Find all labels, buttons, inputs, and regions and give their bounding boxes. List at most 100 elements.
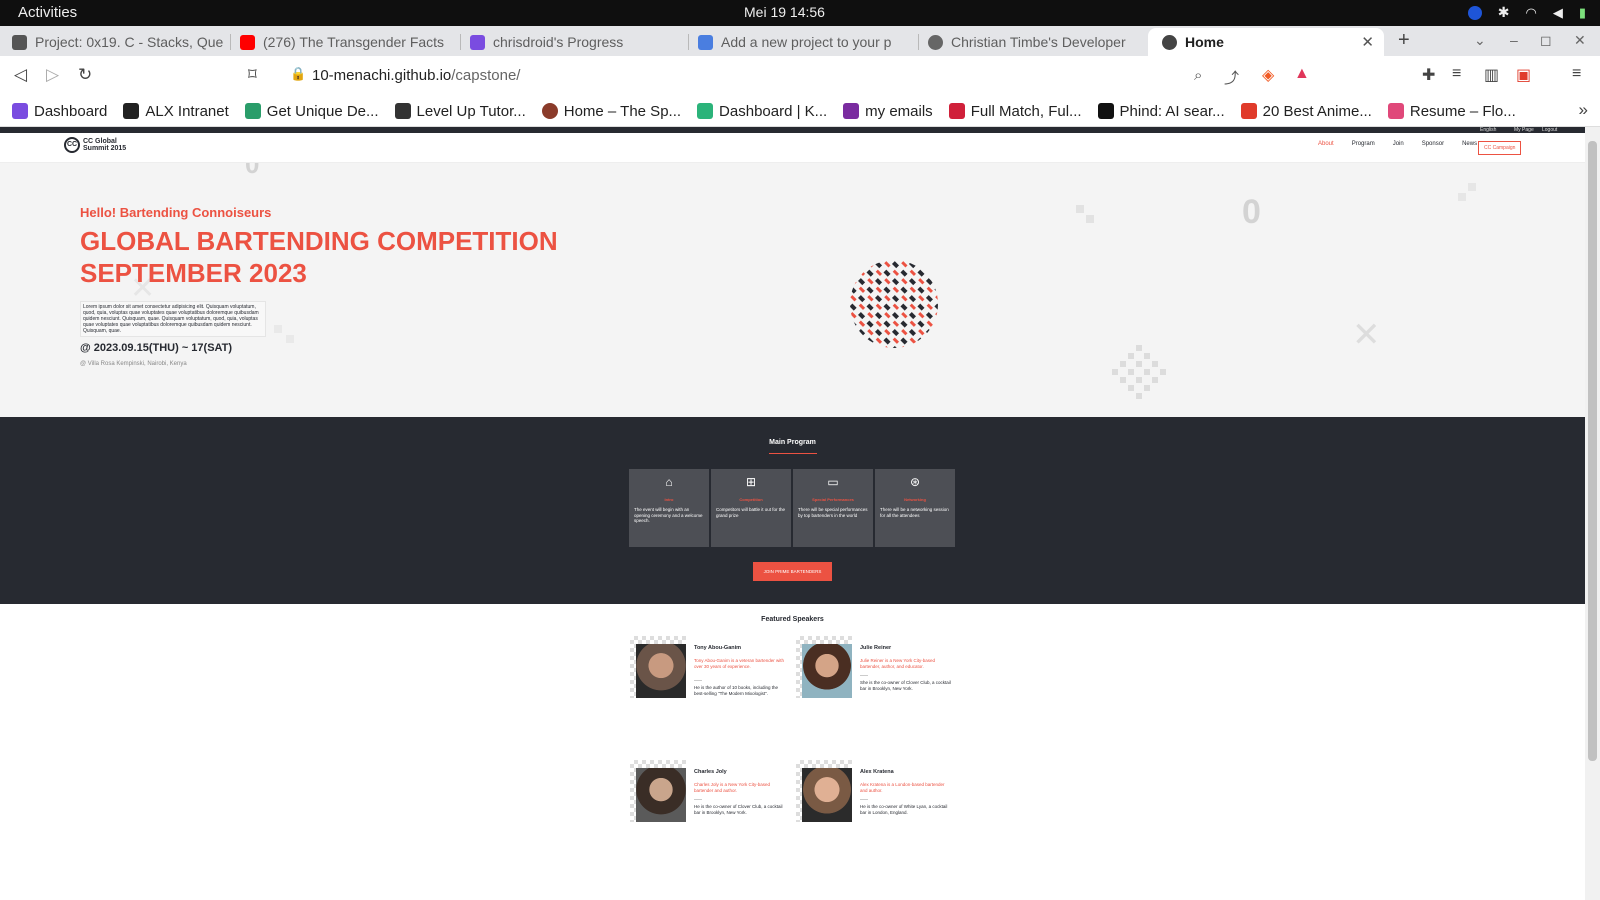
- tab-search-icon[interactable]: ⌄: [1474, 32, 1486, 49]
- tab-home[interactable]: Home ✕: [1148, 28, 1384, 56]
- square-deco: [1086, 215, 1094, 223]
- tab-developer[interactable]: Christian Timbe's Developer: [928, 28, 1140, 56]
- speaker-photo: [796, 636, 852, 698]
- card-title: Special Performances: [812, 497, 854, 502]
- more-bookmarks-icon[interactable]: »: [1579, 100, 1588, 120]
- menu-icon[interactable]: ≡: [1572, 65, 1581, 83]
- bookmark-level-up[interactable]: Level Up Tutor...: [394, 102, 526, 120]
- networking-icon: ⊛: [909, 475, 921, 489]
- clock[interactable]: Mei 19 14:56: [744, 4, 825, 20]
- url-path: /capstone/: [451, 67, 521, 84]
- program-card-intro[interactable]: ⌂ Intro The event will begin with an ope…: [629, 469, 709, 547]
- join-button[interactable]: JOIN PRIME BARTENDERS: [753, 562, 832, 581]
- brave-rewards-icon[interactable]: ▲: [1294, 65, 1310, 83]
- logo-line-1: CC Global: [83, 138, 117, 145]
- cc-campaign-button[interactable]: CC Campaign: [1478, 141, 1522, 155]
- nav-about[interactable]: About: [1318, 141, 1334, 147]
- new-tab-button[interactable]: +: [1398, 29, 1410, 52]
- brave-shields-icon[interactable]: ◈: [1262, 65, 1274, 85]
- reload-icon[interactable]: ↻: [78, 65, 92, 85]
- speaker-bio: He is the co-owner of White Lyan, a cock…: [860, 804, 948, 815]
- hero-section: 0 0 ✕ ✕ Hello! Bartending Connoiseurs GL…: [0, 163, 1585, 417]
- nav-news[interactable]: News: [1462, 141, 1477, 147]
- speaker-portrait: [636, 644, 686, 698]
- tab-label: Project: 0x19. C - Stacks, Que: [35, 34, 224, 50]
- bookmark-icon[interactable]: ⌑: [248, 65, 257, 85]
- bookmark-resume[interactable]: Resume – Flo...: [1387, 102, 1516, 120]
- address-bar[interactable]: 🔒 10-menachi.github.io/capstone/ ⌕ ⤴: [278, 60, 1246, 92]
- site-header: CC CC Global Summit 2015 About Program Jo…: [0, 133, 1585, 163]
- nav-join[interactable]: Join: [1393, 141, 1404, 147]
- speaker-photo: [630, 760, 686, 822]
- minimize-icon[interactable]: –: [1510, 32, 1518, 48]
- zoom-search-icon[interactable]: ⌕: [1194, 67, 1202, 84]
- bookmark-label: Level Up Tutor...: [416, 102, 526, 120]
- bookmark-label: Resume – Flo...: [1409, 102, 1516, 120]
- square-deco: [274, 325, 282, 333]
- forward-icon[interactable]: ▷: [46, 65, 59, 85]
- speaker-portrait: [802, 644, 852, 698]
- site-logo[interactable]: CC CC Global Summit 2015: [64, 137, 126, 153]
- program-cards: ⌂ Intro The event will begin with an ope…: [629, 469, 955, 547]
- bookmark-label: Full Match, Ful...: [970, 102, 1082, 120]
- speaker-photo: [630, 636, 686, 698]
- match-bookmark-icon: [948, 103, 965, 119]
- bookmark-dashboard-k[interactable]: Dashboard | K...: [697, 103, 827, 120]
- card-title: Competition: [739, 497, 763, 502]
- hero-date: @ 2023.09.15(THU) ~ 17(SAT): [80, 342, 233, 354]
- alx-bookmark-icon: [123, 103, 140, 119]
- nav-program[interactable]: Program: [1352, 141, 1375, 147]
- speaker-bio: She is the co-owner of Clover Club, a co…: [860, 680, 951, 691]
- share-icon[interactable]: ⤴: [1224, 67, 1239, 88]
- nav-sponsor[interactable]: Sponsor: [1422, 141, 1444, 147]
- extensions-icon[interactable]: ✚: [1422, 65, 1435, 85]
- scrollbar-thumb[interactable]: [1588, 141, 1597, 761]
- tab-alx-project[interactable]: Project: 0x19. C - Stacks, Que: [12, 28, 226, 56]
- maximize-icon[interactable]: ◻: [1540, 32, 1552, 49]
- program-card-competition[interactable]: ⊞ Competition Competitors will battle it…: [711, 469, 791, 547]
- page-scrollbar[interactable]: [1585, 127, 1600, 900]
- tab-progress[interactable]: chrisdroid's Progress: [470, 28, 680, 56]
- speaker-divider: [694, 680, 702, 681]
- volume-icon[interactable]: ◀: [1553, 5, 1563, 21]
- tab-label: Add a new project to your p: [721, 34, 892, 50]
- tab-label: Christian Timbe's Developer: [951, 34, 1126, 50]
- back-icon[interactable]: ◁: [14, 65, 27, 85]
- bookmark-alx-intranet[interactable]: ALX Intranet: [123, 103, 229, 120]
- wallet-icon[interactable]: ▣: [1516, 65, 1531, 85]
- wifi-icon[interactable]: ◠: [1526, 5, 1537, 21]
- program-card-performances[interactable]: ▭ Special Performances There will be spe…: [793, 469, 873, 547]
- program-card-networking[interactable]: ⊛ Networking There will be a networking …: [875, 469, 955, 547]
- activities-button[interactable]: Activities: [18, 4, 77, 21]
- bookmark-dashboard[interactable]: Dashboard: [12, 103, 107, 120]
- globe-favicon-icon: [928, 34, 943, 50]
- close-window-icon[interactable]: ✕: [1574, 32, 1586, 49]
- system-tray[interactable]: ✱ ◠ ◀ ▮: [1467, 4, 1586, 21]
- url-text[interactable]: 10-menachi.github.io/capstone/: [312, 67, 520, 84]
- bookmark-anime[interactable]: 20 Best Anime...: [1240, 103, 1372, 120]
- unique-bookmark-icon: [244, 103, 261, 119]
- slack-icon[interactable]: ✱: [1498, 4, 1510, 21]
- site-nav: About Program Join Sponsor News: [1318, 141, 1477, 147]
- sidebar-icon[interactable]: ▥: [1484, 65, 1499, 85]
- speaker-role: Tony Abou-Ganim is a veteran bartender w…: [694, 658, 785, 669]
- bookmark-label: Dashboard | K...: [719, 102, 828, 120]
- tab-youtube[interactable]: (276) The Transgender Facts: [240, 28, 454, 56]
- performance-icon: ▭: [827, 475, 839, 489]
- bookmark-full-match[interactable]: Full Match, Ful...: [948, 102, 1082, 120]
- playlist-icon[interactable]: ≡: [1452, 65, 1461, 83]
- zero-deco-icon: 0: [1242, 193, 1261, 231]
- tab-strip: Project: 0x19. C - Stacks, Que (276) The…: [0, 26, 1600, 56]
- page-viewport: English My Page Logout CC CC Global Summi…: [0, 127, 1585, 900]
- close-tab-icon[interactable]: ✕: [1361, 33, 1374, 51]
- zoom-icon[interactable]: [1467, 5, 1482, 20]
- bookmark-home-sp[interactable]: Home – The Sp...: [541, 103, 681, 120]
- bookmark-phind[interactable]: Phind: AI sear...: [1097, 103, 1225, 120]
- bookmark-get-unique[interactable]: Get Unique De...: [244, 103, 379, 120]
- bookmark-my-emails[interactable]: my emails: [843, 103, 933, 120]
- tab-add-project[interactable]: Add a new project to your p: [698, 28, 910, 56]
- program-title-underline: [769, 453, 817, 454]
- speaker-divider: [694, 799, 702, 800]
- battery-icon[interactable]: ▮: [1579, 5, 1586, 21]
- tab-label: Home: [1185, 34, 1224, 50]
